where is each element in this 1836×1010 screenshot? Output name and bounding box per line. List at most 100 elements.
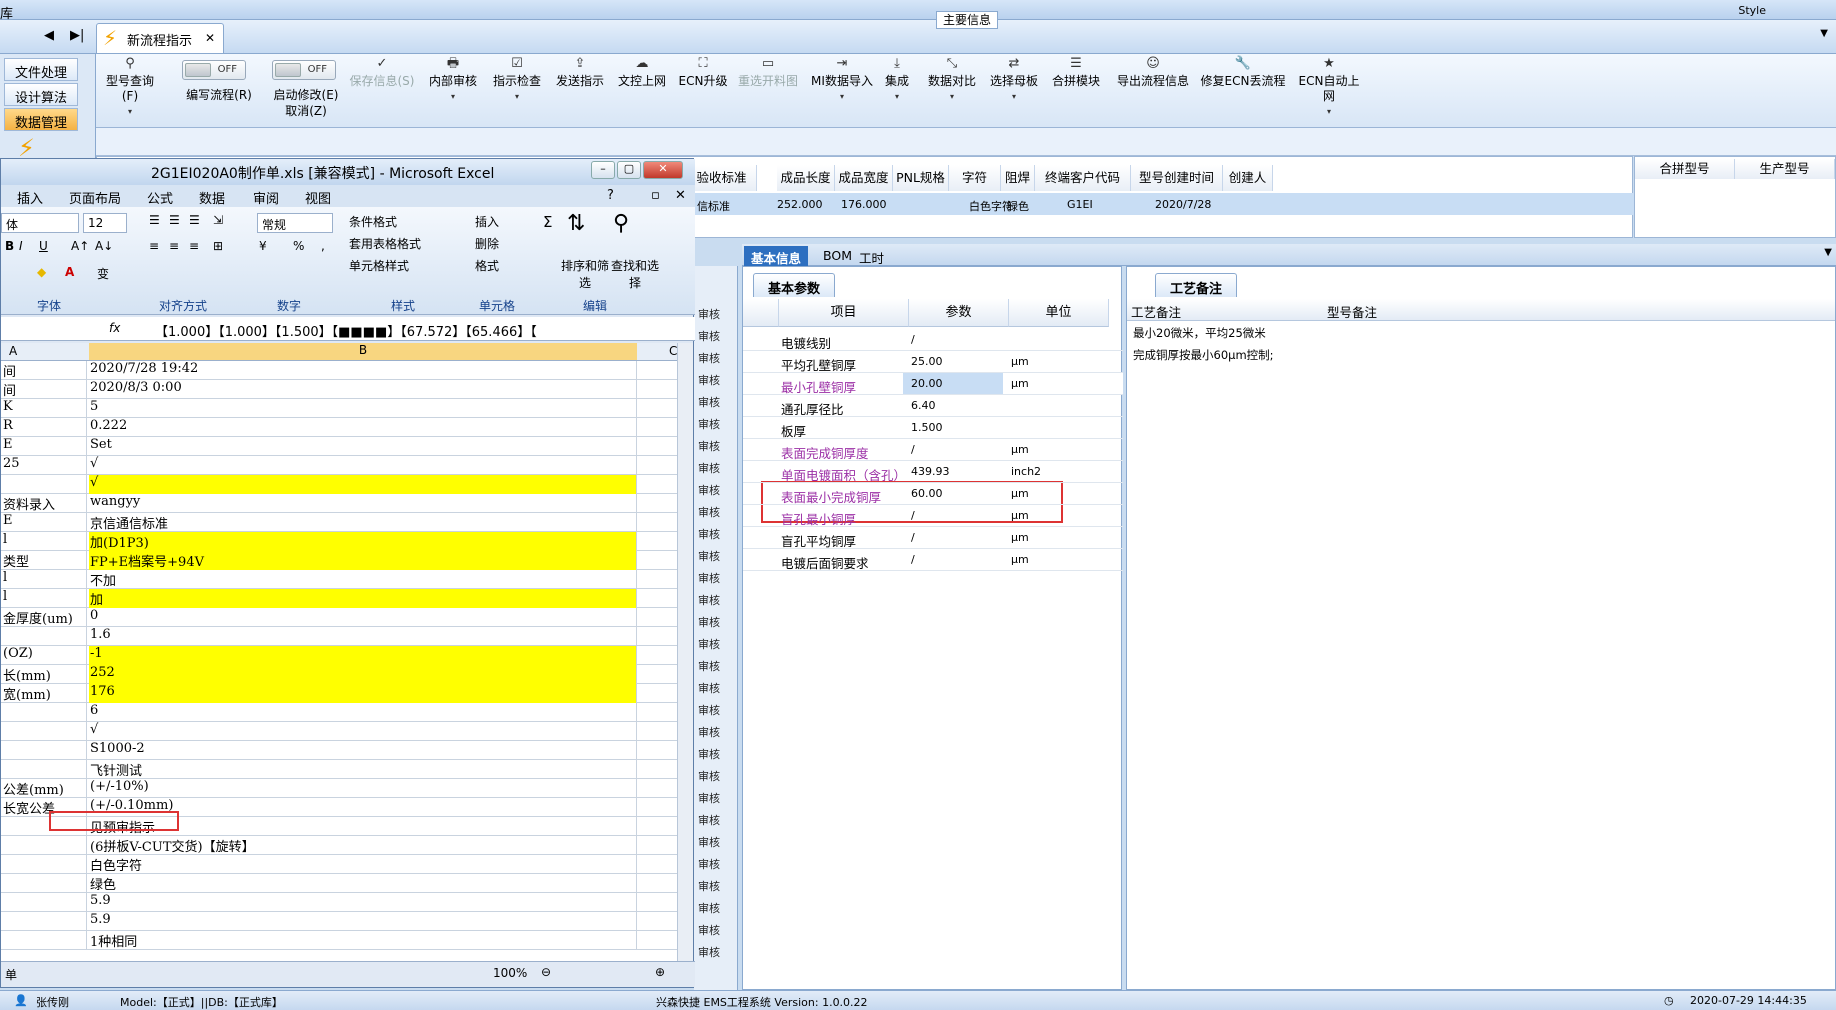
model-query-button[interactable]: ⚲ 型号查询(F) ▾ xyxy=(100,56,160,119)
sort-icon[interactable]: ⇅ xyxy=(567,211,585,236)
cell-b[interactable]: 1.6 xyxy=(89,627,637,646)
col-header[interactable]: 项目 xyxy=(779,299,909,327)
tab-new-flow[interactable]: ⚡ 新流程指示 ✕ xyxy=(96,23,224,53)
cell-a[interactable]: 宽(mm) xyxy=(1,684,87,703)
percent-icon[interactable]: % xyxy=(293,239,304,253)
vertical-scrollbar[interactable] xyxy=(677,343,693,961)
align-center-icon[interactable]: ≡ xyxy=(169,239,179,253)
menu-file[interactable]: 文件处理 xyxy=(4,58,78,81)
menu-design[interactable]: 设计算法 xyxy=(4,83,78,106)
cell-style[interactable]: 单元格样式 xyxy=(349,257,409,274)
param-row[interactable]: 电镀线别 / xyxy=(743,329,1123,351)
number-format-select[interactable]: 常规 xyxy=(257,213,333,233)
sheet-row[interactable]: K5 xyxy=(1,399,677,418)
sheet-row[interactable]: √ xyxy=(1,475,677,494)
param-row[interactable]: 最小孔壁铜厚 20.00 μm xyxy=(743,373,1123,395)
cell-a[interactable]: 类型 xyxy=(1,551,87,570)
col-header[interactable]: 创建人 xyxy=(1223,165,1273,191)
sheet-row[interactable]: E Set xyxy=(1,437,677,456)
sheet-row[interactable]: l 不加 xyxy=(1,570,677,589)
sheet-row[interactable]: 1种相同 xyxy=(1,931,677,950)
merge-cells-icon[interactable]: ⊞ xyxy=(213,239,223,253)
align-left-icon[interactable]: ≡ xyxy=(149,239,159,253)
cell-a[interactable]: 长(mm) xyxy=(1,665,87,684)
cell-b[interactable]: (+/-10%) xyxy=(89,779,637,798)
cell-b[interactable]: 176 xyxy=(89,684,637,703)
sheet-row[interactable]: 长(mm) 252 xyxy=(1,665,677,684)
col-header[interactable]: 生产型号 xyxy=(1735,159,1835,179)
sort-filter-button[interactable]: 排序和筛选 xyxy=(561,257,609,291)
param-value[interactable]: / xyxy=(911,553,915,566)
param-row[interactable]: 单面电镀面积（含孔） 439.93 inch2 xyxy=(743,461,1123,483)
check-instruction-button[interactable]: ☑ 指示检查 ▾ xyxy=(492,56,542,104)
phonetic-icon[interactable]: 变 xyxy=(97,265,109,282)
cell-a[interactable]: 25 xyxy=(1,456,87,475)
sheet-row[interactable]: 1.6 xyxy=(1,627,677,646)
param-value[interactable]: 439.93 xyxy=(911,465,950,478)
col-b-header[interactable]: B xyxy=(89,343,637,360)
col-header[interactable]: 工艺备注 xyxy=(1127,299,1323,321)
cell-a[interactable]: K xyxy=(1,399,87,418)
restore-icon[interactable]: ▫ xyxy=(651,188,660,203)
cell-b[interactable]: 2020/8/3 0:00 xyxy=(89,380,637,399)
menu-view[interactable]: 视图 xyxy=(305,188,331,207)
cell-a[interactable] xyxy=(1,836,87,855)
cell-b[interactable]: Set xyxy=(89,437,637,456)
cell-a[interactable] xyxy=(1,893,87,912)
cell-a[interactable] xyxy=(1,874,87,893)
sheet-row[interactable]: √ xyxy=(1,722,677,741)
sheet-row[interactable]: 5.9 xyxy=(1,912,677,931)
cell-b[interactable]: √ xyxy=(89,722,637,741)
write-flow-toggle[interactable]: OFF xyxy=(182,60,246,80)
menu-data[interactable]: 数据管理 xyxy=(4,108,78,131)
cell-a[interactable] xyxy=(1,855,87,874)
col-header[interactable]: 型号备注 xyxy=(1323,299,1835,321)
comma-icon[interactable]: , xyxy=(321,239,325,253)
cell-b[interactable]: FP+E档案号+94V xyxy=(89,551,637,570)
sheet-row[interactable]: l加 xyxy=(1,589,677,608)
menu-data[interactable]: 数据 xyxy=(199,188,225,207)
cell-b[interactable]: (6拼板V-CUT交货)【旋转】 xyxy=(89,836,637,855)
italic-icon[interactable]: I xyxy=(19,239,23,253)
col-header[interactable]: 成品长度 xyxy=(777,165,835,191)
cell-b[interactable]: 飞针测试 xyxy=(89,760,637,779)
style-menu[interactable]: Style xyxy=(1738,4,1766,17)
cell-a[interactable] xyxy=(1,931,87,950)
align-top-icon[interactable]: ☰ xyxy=(149,213,160,227)
col-header[interactable]: 终端客户代码 xyxy=(1035,165,1131,191)
tab-basic-info[interactable]: 基本信息 xyxy=(744,246,809,266)
sheet-row[interactable]: R 0.222 xyxy=(1,418,677,437)
param-row[interactable]: 通孔厚径比 6.40 xyxy=(743,395,1123,417)
nav-forward-icon[interactable]: ▶| xyxy=(70,28,84,43)
sheet-row[interactable]: 类型 FP+E档案号+94V xyxy=(1,551,677,570)
ecn-auto-online-button[interactable]: ★ ECN自动上网 ▾ xyxy=(1294,56,1364,119)
align-right-icon[interactable]: ≡ xyxy=(189,239,199,253)
tab-basic-params[interactable]: 基本参数 xyxy=(753,273,836,297)
cell-a[interactable] xyxy=(1,760,87,779)
sheet-row[interactable]: 宽(mm) 176 xyxy=(1,684,677,703)
currency-icon[interactable]: ¥ xyxy=(259,239,267,253)
cell-a[interactable]: E xyxy=(1,437,87,456)
cell-a[interactable]: 公差(mm) xyxy=(1,779,87,798)
cell-b[interactable]: 5.9 xyxy=(89,912,637,931)
menu-insert[interactable]: 插入 xyxy=(17,188,43,207)
table-format[interactable]: 套用表格格式 xyxy=(349,235,421,252)
font-color-icon[interactable]: A xyxy=(65,265,74,279)
param-value[interactable]: / xyxy=(911,333,915,346)
col-a-header[interactable]: A xyxy=(9,344,17,358)
param-value[interactable]: 25.00 xyxy=(911,355,943,368)
cell-a[interactable]: 间 xyxy=(1,380,87,399)
cell-a[interactable]: 间 xyxy=(1,361,87,380)
chevron-down-icon[interactable]: ▼ xyxy=(1820,28,1828,39)
cell-b[interactable]: √ xyxy=(89,456,637,475)
menu-layout[interactable]: 页面布局 xyxy=(69,188,121,207)
param-row[interactable]: 表面完成铜厚度 / μm xyxy=(743,439,1123,461)
font-grow-icon[interactable]: A↑ xyxy=(71,239,89,253)
find-select-button[interactable]: 查找和选择 xyxy=(611,257,659,291)
cell-a[interactable]: l xyxy=(1,570,87,589)
param-value[interactable]: 6.40 xyxy=(911,399,936,412)
sheet-row[interactable]: (OZ) -1 xyxy=(1,646,677,665)
find-icon[interactable]: ⚲ xyxy=(613,211,629,236)
cell-b[interactable]: 绿色 xyxy=(89,874,637,893)
cell-a[interactable] xyxy=(1,703,87,722)
